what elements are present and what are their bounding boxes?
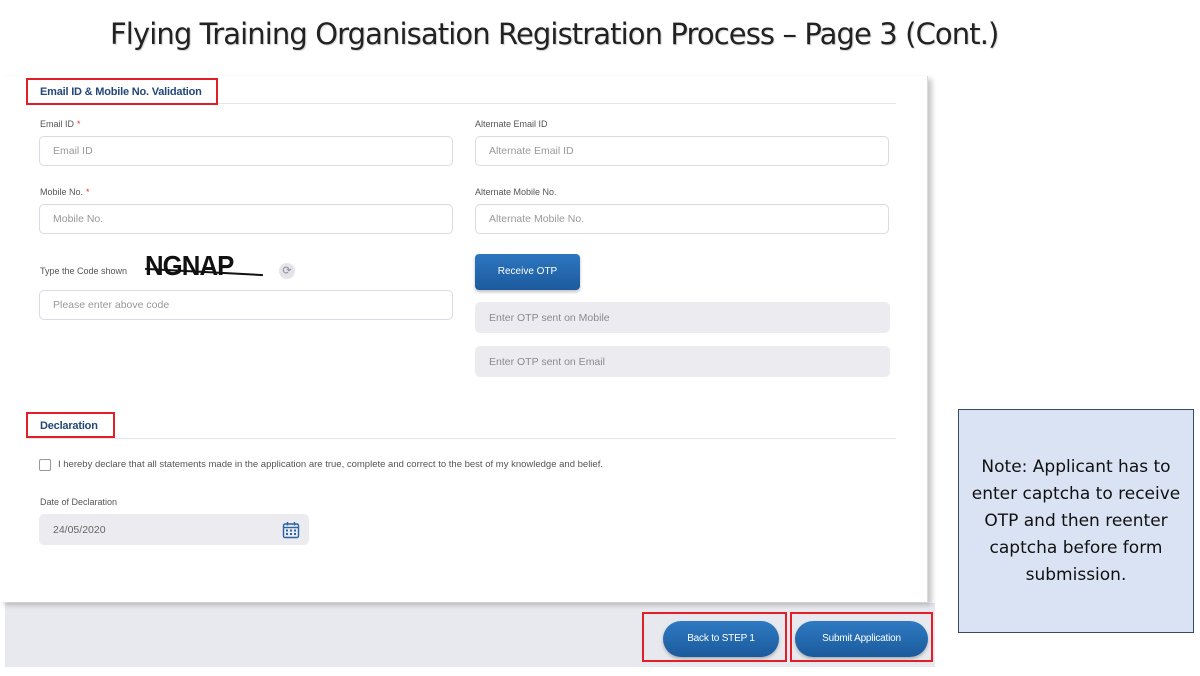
alternate-email-label: Alternate Email ID (475, 119, 548, 129)
highlight-box-email-section (26, 78, 218, 105)
declaration-checkbox[interactable] (39, 459, 51, 471)
refresh-icon[interactable]: ⟳ (279, 263, 295, 279)
email-input[interactable]: Email ID (39, 136, 453, 166)
email-label: Email ID * (40, 119, 81, 129)
alternate-mobile-input[interactable]: Alternate Mobile No. (475, 204, 889, 234)
highlight-box-submit-button (790, 612, 933, 662)
alternate-mobile-label: Alternate Mobile No. (475, 187, 557, 197)
highlight-box-back-button (642, 612, 787, 662)
alternate-email-input[interactable]: Alternate Email ID (475, 136, 889, 166)
captcha-input[interactable]: Please enter above code (39, 290, 453, 320)
receive-otp-button[interactable]: Receive OTP (475, 254, 580, 290)
otp-mobile-input[interactable]: Enter OTP sent on Mobile (475, 302, 890, 333)
date-of-declaration-field[interactable]: 24/05/2020 (39, 514, 309, 545)
note-callout: Note: Applicant has to enter captcha to … (958, 409, 1194, 633)
mobile-input[interactable]: Mobile No. (39, 204, 453, 234)
date-of-declaration-label: Date of Declaration (40, 497, 118, 507)
mobile-label: Mobile No. * (40, 187, 90, 197)
note-text: Note: Applicant has to enter captcha to … (971, 456, 1181, 585)
declaration-statement: I hereby declare that all statements mad… (58, 459, 603, 470)
highlight-box-declaration (26, 412, 115, 438)
section-divider (26, 438, 896, 439)
calendar-icon[interactable] (282, 521, 300, 539)
captcha-label: Type the Code shown (40, 266, 128, 276)
slide-title: Flying Training Organisation Registratio… (110, 17, 999, 51)
captcha-image: NGNAP (145, 250, 234, 281)
otp-email-input[interactable]: Enter OTP sent on Email (475, 346, 890, 377)
